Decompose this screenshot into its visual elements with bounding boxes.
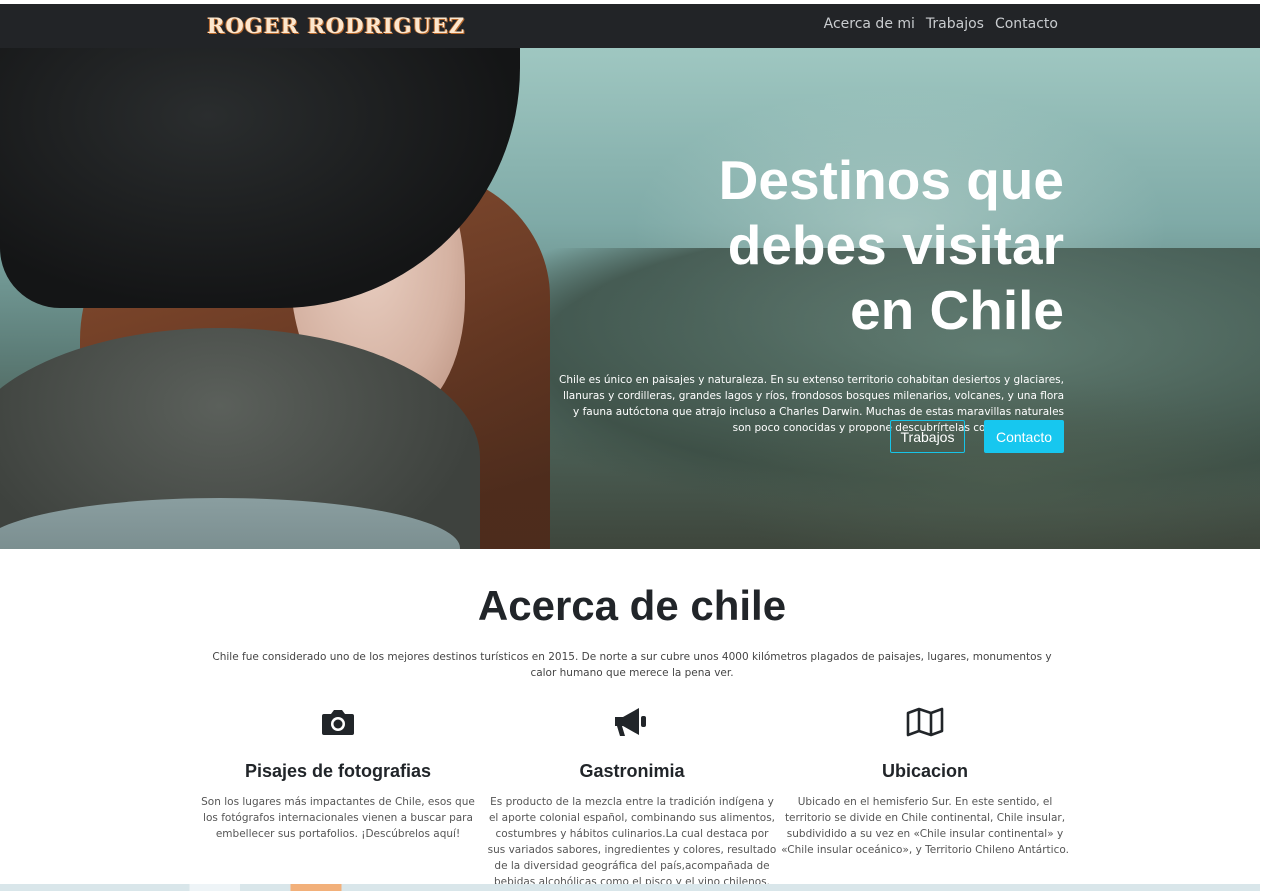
hero-title-line-1: Destinos que bbox=[718, 149, 1064, 211]
feature-title: Pisajes de fotografias bbox=[244, 761, 432, 781]
hero-title-line-3: en Chile bbox=[850, 279, 1064, 341]
nav-link-trabajos[interactable]: Trabajos bbox=[926, 16, 984, 32]
scrollbar-gutter bbox=[1260, 0, 1264, 891]
feature-title: Ubicacion bbox=[881, 761, 969, 781]
map-icon bbox=[780, 705, 1070, 739]
feature-gastronomy: Gastronimia Es producto de la mezcla ent… bbox=[487, 705, 777, 890]
taskbar-strip bbox=[0, 884, 1264, 891]
nav-link-acerca[interactable]: Acerca de mi bbox=[824, 16, 915, 32]
contacto-button[interactable]: Contacto bbox=[984, 420, 1064, 453]
feature-title: Gastronimia bbox=[579, 761, 685, 781]
camera-icon bbox=[193, 705, 483, 739]
hero-title: Destinos que debes visitar en Chile bbox=[644, 148, 1064, 343]
about-paragraph: Chile fue considerado uno de los mejores… bbox=[212, 651, 1052, 679]
hero-section: Destinos que debes visitar en Chile Chil… bbox=[0, 48, 1264, 549]
about-title: Acerca de chile bbox=[477, 582, 787, 629]
feature-text: Son los lugares más impactantes de Chile… bbox=[201, 796, 475, 840]
nav-links: Acerca de mi Trabajos Contacto bbox=[824, 16, 1058, 32]
nav-link-contacto[interactable]: Contacto bbox=[995, 16, 1058, 32]
trabajos-button[interactable]: Trabajos bbox=[890, 420, 965, 453]
feature-photography: Pisajes de fotografias Son los lugares m… bbox=[193, 705, 483, 842]
feature-location: Ubicacion Ubicado en el hemisferio Sur. … bbox=[780, 705, 1070, 858]
hero-title-line-2: debes visitar bbox=[727, 214, 1064, 276]
feature-text: Ubicado en el hemisferio Sur. En este se… bbox=[781, 796, 1069, 856]
feature-text: Es producto de la mezcla entre la tradic… bbox=[487, 796, 777, 888]
brand-logo[interactable]: ROGER RODRIGUEZ bbox=[207, 13, 465, 38]
navbar: ROGER RODRIGUEZ Acerca de mi Trabajos Co… bbox=[0, 4, 1260, 48]
megaphone-icon bbox=[487, 705, 777, 739]
